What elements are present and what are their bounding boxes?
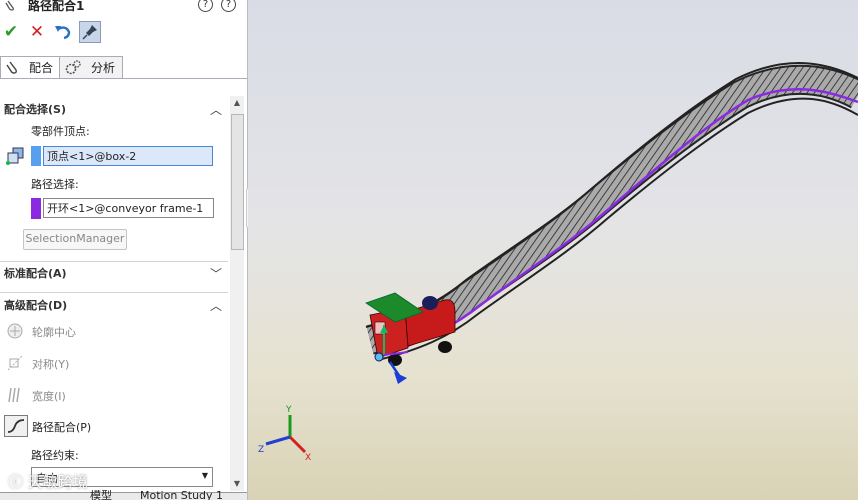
path-mate-option[interactable]: 路径配合(P) xyxy=(4,415,206,437)
tab-model[interactable]: 模型 xyxy=(90,490,112,500)
profile-center-icon xyxy=(6,322,24,340)
undo-icon xyxy=(55,26,71,40)
pin-button[interactable] xyxy=(79,21,101,43)
selection-manager-button[interactable]: SelectionManager xyxy=(23,229,127,250)
profile-center-option[interactable]: 轮廓中心 xyxy=(6,321,206,341)
panel-title: 路径配合1 xyxy=(28,0,85,13)
property-manager-panel: 路径配合1 ? ? ✔ ✕ 配合 分析 ▲ ▼ 配合选择(S) ︿ 零部件顶点:… xyxy=(0,0,248,500)
scroll-up-arrow[interactable]: ▲ xyxy=(230,96,244,110)
width-icon xyxy=(6,386,24,404)
tab-divider xyxy=(0,78,247,79)
section-advanced-mates-header[interactable]: 高级配合(D) xyxy=(4,297,67,315)
chevron-down-icon[interactable]: ﹀ xyxy=(209,267,223,281)
dropdown-arrow-icon: ▼ xyxy=(201,471,208,480)
triad-y-label: Y xyxy=(285,405,292,415)
vertex-color-swatch xyxy=(31,146,41,166)
symmetric-option[interactable]: 对称(Y) xyxy=(6,353,206,373)
panel-scrollbar[interactable]: ▲ ▼ xyxy=(230,96,244,491)
width-option[interactable]: 宽度(I) xyxy=(6,385,206,405)
tab-analysis-label: 分析 xyxy=(91,61,116,75)
vertex-selection-field[interactable]: 顶点<1>@box-2 xyxy=(43,146,213,166)
watermark: ⓒ 天敏跨境 xyxy=(8,471,88,492)
component-vertex-icon xyxy=(5,144,27,166)
coordinate-triad: Y X Z xyxy=(258,405,311,463)
pin-icon xyxy=(82,25,97,40)
path-label: 路径选择: xyxy=(31,178,79,191)
symmetric-icon xyxy=(6,354,24,372)
divider xyxy=(0,261,228,262)
section-mate-selection-header[interactable]: 配合选择(S) xyxy=(4,101,66,119)
path-constraint-label: 路径约束: xyxy=(31,449,79,462)
triad-z-label: Z xyxy=(258,445,264,455)
tab-model-label: 模型 xyxy=(90,490,112,500)
section-standard-mates-header[interactable]: 标准配合(A) xyxy=(4,265,67,283)
path-mate-label: 路径配合(P) xyxy=(32,421,92,434)
tab-motion-study[interactable]: Motion Study 1 xyxy=(140,490,223,500)
tab-mates-label: 配合 xyxy=(29,61,54,75)
path-color-swatch xyxy=(31,198,41,219)
graphics-viewport[interactable]: Y X Z xyxy=(248,0,858,500)
chevron-up-icon[interactable]: ︿ xyxy=(209,103,223,117)
symmetric-label: 对称(Y) xyxy=(32,358,70,371)
triad-x-label: X xyxy=(305,453,311,463)
scroll-down-arrow[interactable]: ▼ xyxy=(230,477,244,491)
chevron-up-icon[interactable]: ︿ xyxy=(209,299,223,313)
width-label: 宽度(I) xyxy=(32,390,66,403)
help-icon-2[interactable]: ? xyxy=(221,0,236,12)
path-selection-field[interactable]: 开环<1>@conveyor frame-1 xyxy=(43,198,214,218)
tab-mates[interactable]: 配合 xyxy=(0,56,60,79)
tab-motion-study-label: Motion Study 1 xyxy=(140,490,224,500)
tab-analysis[interactable]: 分析 xyxy=(59,56,123,79)
divider xyxy=(0,292,228,293)
profile-center-label: 轮廓中心 xyxy=(32,326,76,339)
scroll-thumb[interactable] xyxy=(231,114,244,250)
watermark-text: 天敏跨境 xyxy=(27,473,88,491)
path-mate-icon xyxy=(4,415,28,437)
undo-button[interactable] xyxy=(52,21,74,43)
paperclip-icon xyxy=(4,0,18,12)
cancel-button[interactable]: ✕ xyxy=(26,21,48,43)
confirm-button[interactable]: ✔ xyxy=(0,21,22,43)
help-icon[interactable]: ? xyxy=(198,0,213,12)
watermark-logo-icon: ⓒ xyxy=(8,473,28,491)
gears-icon xyxy=(64,59,82,84)
vertex-label: 零部件顶点: xyxy=(31,125,90,138)
model-canvas: Y X Z xyxy=(258,62,858,463)
